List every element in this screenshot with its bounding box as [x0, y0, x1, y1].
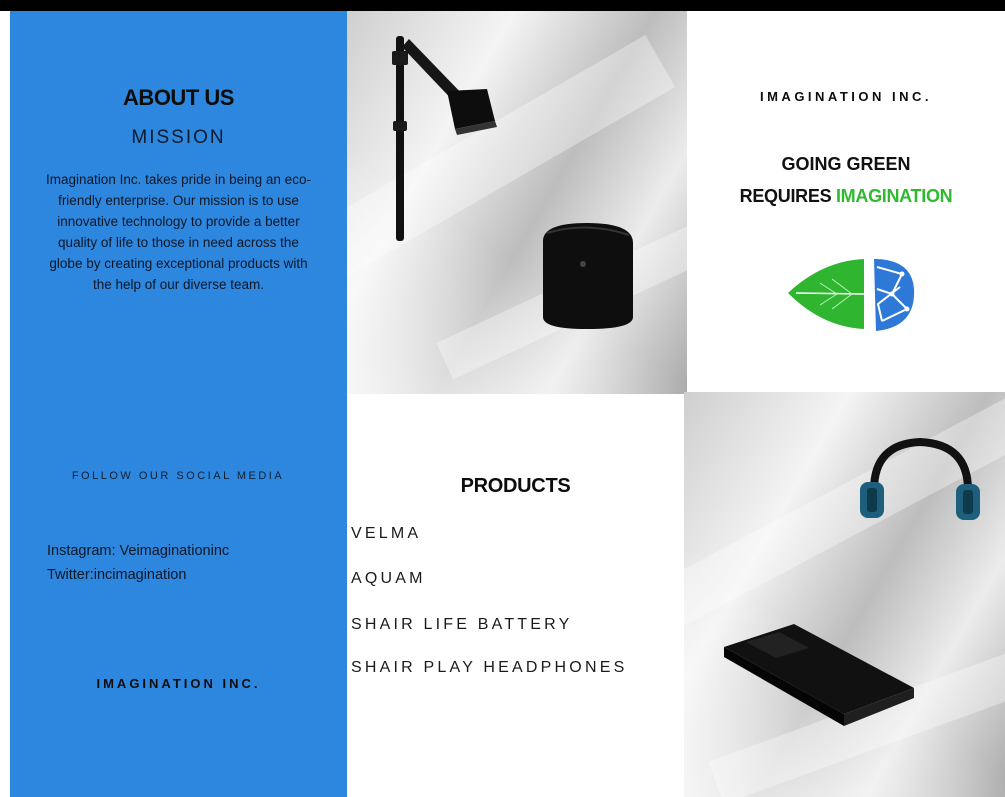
brand-name-right: IMAGINATION INC.: [759, 89, 933, 104]
headline-line-1: GOING GREEN: [781, 154, 911, 174]
water-tank-icon: [543, 223, 633, 329]
twitter-handle: Twitter:incimagination: [47, 567, 187, 583]
headline-accent: IMAGINATION: [835, 186, 953, 206]
headline-line-2: REQUIRES IMAGINATION: [687, 186, 1005, 207]
products-heading: PRODUCTS: [460, 475, 571, 497]
top-border-bar: [0, 0, 1005, 11]
shower-head-icon: [392, 36, 497, 241]
product-item-shair-play-headphones: SHAIR PLAY HEADPHONES: [351, 659, 628, 676]
product-item-shair-life-battery: SHAIR LIFE BATTERY: [351, 616, 573, 633]
products-panel: PRODUCTS VELMA AQUAM SHAIR LIFE BATTERY …: [347, 394, 684, 797]
battery-pack-icon: [724, 624, 914, 726]
product-item-aquam: AQUAM: [351, 570, 426, 587]
mission-heading: MISSION: [131, 127, 226, 148]
product-item-velma: VELMA: [351, 525, 422, 542]
headphones-icon: [860, 437, 980, 520]
about-us-heading: ABOUT US: [123, 85, 234, 110]
mission-text: Imagination Inc. takes pride in being an…: [46, 172, 311, 292]
social-links: Instagram: Veimaginationinc Twitter:inci…: [10, 539, 347, 587]
brand-name-left: IMAGINATION INC.: [96, 676, 261, 691]
follow-social-heading: FOLLOW OUR SOCIAL MEDIA: [71, 470, 285, 482]
leaf-brain-logo-icon: [788, 259, 915, 331]
instagram-handle: Instagram: Veimaginationinc: [47, 543, 230, 559]
headline-prefix: REQUIRES: [739, 186, 836, 206]
brand-panel: IMAGINATION INC. GOING GREEN REQUIRES IM…: [687, 11, 1005, 392]
about-panel: ABOUT US MISSION Imagination Inc. takes …: [10, 11, 347, 797]
product-image-panel-top: [347, 11, 687, 394]
product-image-panel-bottom: [684, 392, 1005, 797]
